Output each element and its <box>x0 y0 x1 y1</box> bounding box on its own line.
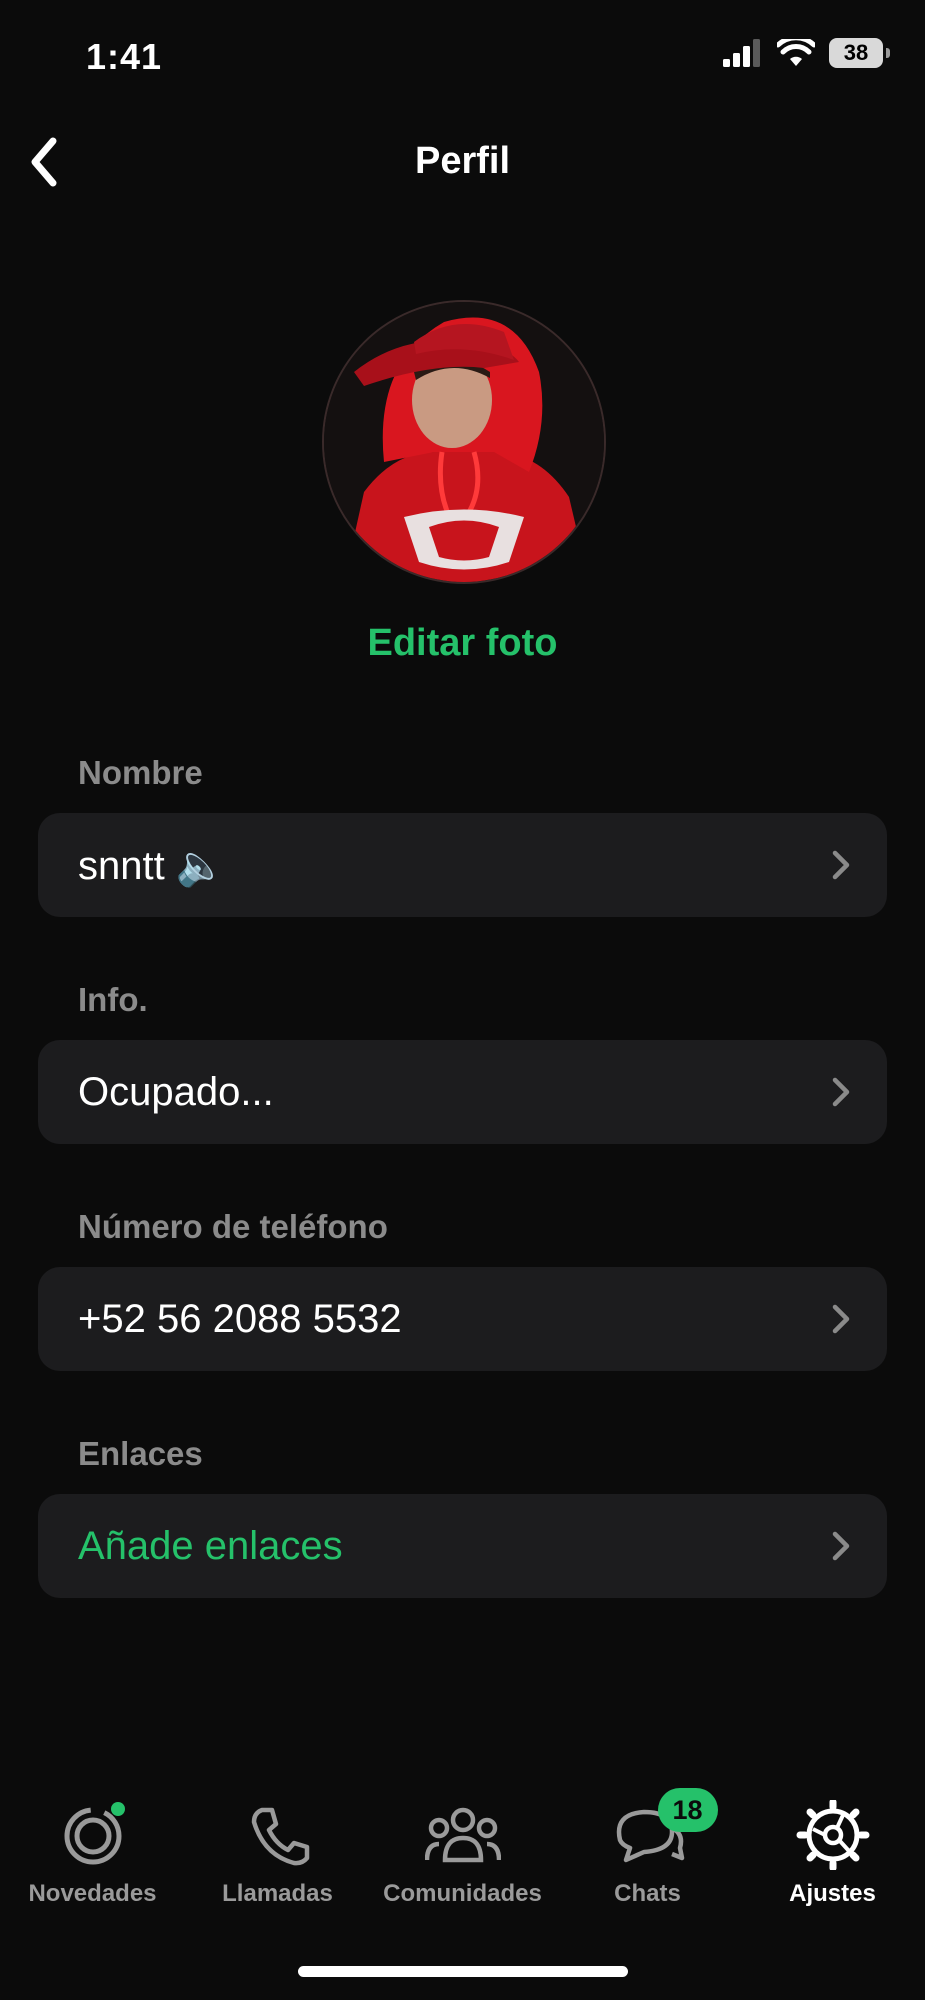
updates-icon <box>55 1800 131 1870</box>
links-section-label: Enlaces <box>78 1435 203 1472</box>
tab-label: Ajustes <box>789 1880 876 1907</box>
profile-photo-image <box>324 302 604 582</box>
chevron-right-icon <box>832 850 850 880</box>
add-links-value: Añade enlaces <box>78 1523 343 1568</box>
tab-llamadas[interactable]: Llamadas <box>185 1800 370 1908</box>
chats-icon: 18 <box>610 1788 718 1870</box>
phone-section-label: Número de teléfono <box>78 1208 388 1245</box>
phone-value: +52 56 2088 5532 <box>78 1296 402 1341</box>
chevron-right-icon <box>832 1531 850 1561</box>
chevron-right-icon <box>832 1304 850 1334</box>
tab-ajustes[interactable]: Ajustes <box>740 1798 925 1908</box>
status-time: 1:41 <box>86 36 163 77</box>
communities-icon <box>424 1800 501 1870</box>
tab-chats[interactable]: 18 Chats <box>555 1788 740 1908</box>
wifi-icon <box>777 39 815 66</box>
nav-header: Perfil <box>0 120 925 210</box>
settings-icon <box>795 1798 871 1872</box>
tab-label: Novedades <box>28 1880 157 1907</box>
edit-photo-button[interactable]: Editar foto <box>0 622 925 665</box>
status-bar: 1:41 38 <box>0 0 925 120</box>
tab-label: Llamadas <box>222 1880 333 1907</box>
links-row[interactable]: Añade enlaces <box>38 1494 887 1598</box>
chats-badge: 18 <box>657 1788 718 1832</box>
name-row[interactable]: snntt 🔈 <box>38 813 887 917</box>
phone-icon <box>240 1800 316 1870</box>
tab-label: Chats <box>614 1880 681 1907</box>
name-section-label: Nombre <box>78 754 203 791</box>
status-icons: 38 <box>723 38 890 68</box>
name-value: snntt 🔈 <box>78 843 226 888</box>
profile-photo[interactable] <box>322 300 606 584</box>
battery-level: 38 <box>843 40 869 65</box>
home-indicator <box>298 1966 628 1977</box>
info-value: Ocupado... <box>78 1069 274 1114</box>
battery-indicator: 38 <box>829 38 890 68</box>
info-section-label: Info. <box>78 981 148 1018</box>
page-title: Perfil <box>414 140 511 182</box>
info-row[interactable]: Ocupado... <box>38 1040 887 1144</box>
chevron-right-icon <box>832 1077 850 1107</box>
signal-icon <box>723 39 760 67</box>
updates-dot <box>110 1802 125 1816</box>
phone-row[interactable]: +52 56 2088 5532 <box>38 1267 887 1371</box>
tab-bar: Novedades Llamadas Comunidades 18 Chats … <box>0 1788 925 1920</box>
tab-label: Comunidades <box>383 1880 542 1907</box>
tab-novedades[interactable]: Novedades <box>0 1800 185 1908</box>
tab-comunidades[interactable]: Comunidades <box>370 1800 555 1908</box>
